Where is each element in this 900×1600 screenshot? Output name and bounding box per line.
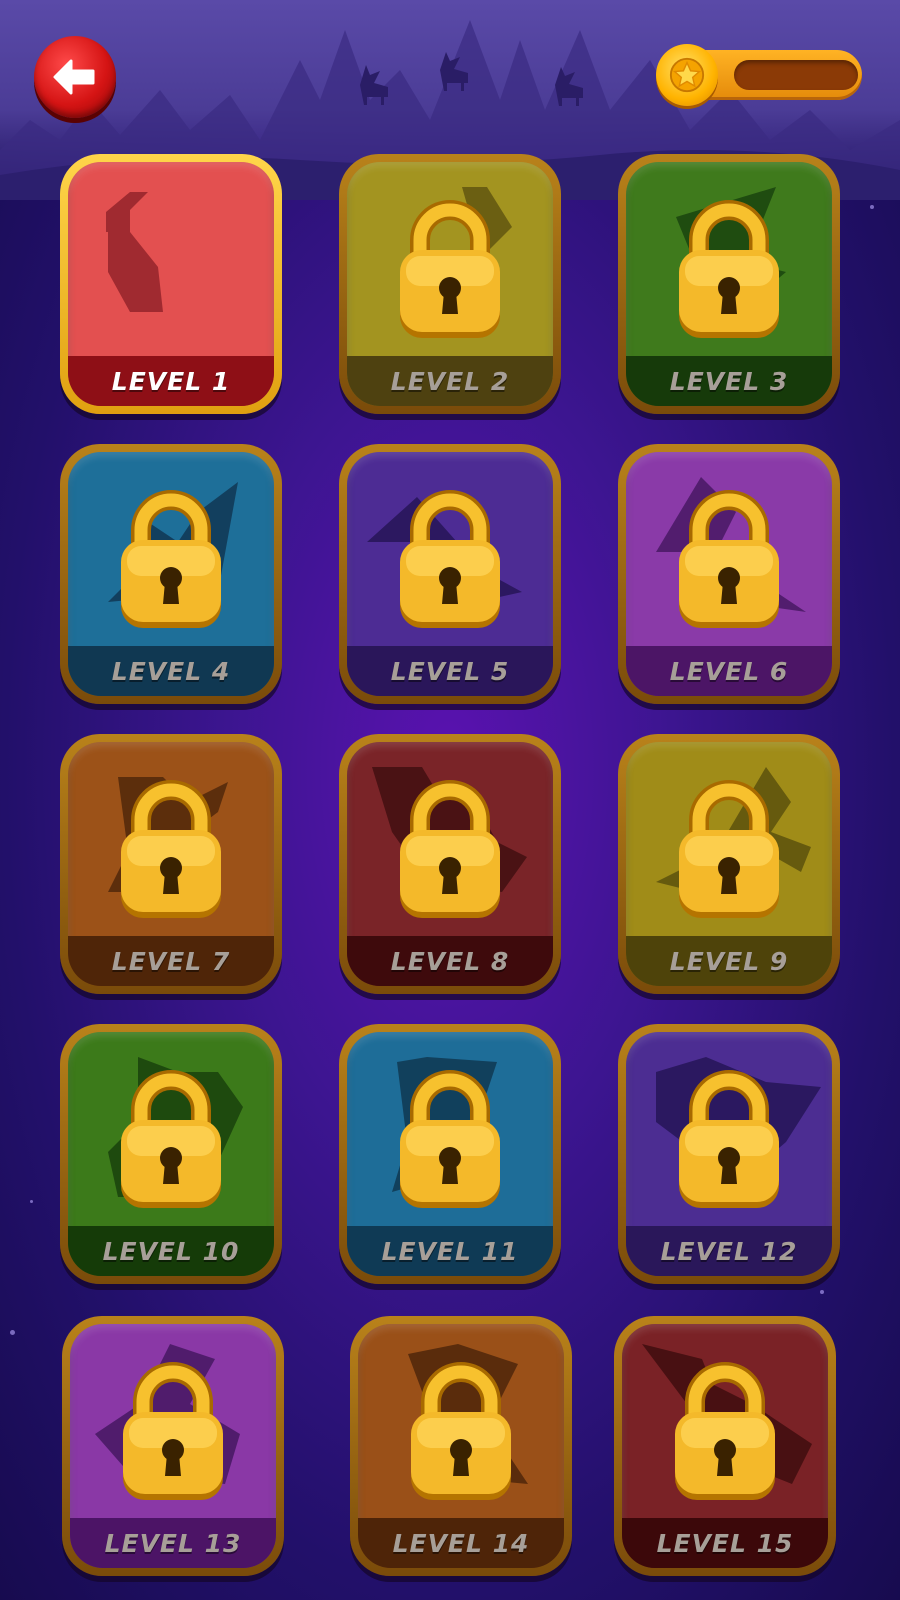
level-card-5[interactable]: LEVEL 5 — [339, 444, 561, 704]
lock-icon — [679, 200, 779, 338]
lock-icon — [400, 1070, 500, 1208]
level-card-face: LEVEL 11 — [347, 1032, 553, 1276]
level-card-face: LEVEL 15 — [622, 1324, 828, 1568]
level-card-2[interactable]: LEVEL 2 — [339, 154, 561, 414]
level-card-15[interactable]: LEVEL 15 — [614, 1316, 836, 1576]
lock-icon — [400, 490, 500, 628]
level-card-face: LEVEL 12 — [626, 1032, 832, 1276]
level-card-face: LEVEL 3 — [626, 162, 832, 406]
level-card-8[interactable]: LEVEL 8 — [339, 734, 561, 994]
level-card-face: LEVEL 2 — [347, 162, 553, 406]
lock-icon — [411, 1362, 511, 1500]
level-card-face: LEVEL 4 — [68, 452, 274, 696]
level-label: LEVEL 2 — [347, 356, 553, 406]
lock-icon — [679, 1070, 779, 1208]
level-label: LEVEL 8 — [347, 936, 553, 986]
level-label: LEVEL 9 — [626, 936, 832, 986]
lock-icon — [121, 1070, 221, 1208]
level-card-face: LEVEL 14 — [358, 1324, 564, 1568]
level-label: LEVEL 12 — [626, 1226, 832, 1276]
level-card-7[interactable]: LEVEL 7 — [60, 734, 282, 994]
level-label: LEVEL 14 — [358, 1518, 564, 1568]
level-card-6[interactable]: LEVEL 6 — [618, 444, 840, 704]
lock-icon — [400, 780, 500, 918]
level-label: LEVEL 3 — [626, 356, 832, 406]
level-card-13[interactable]: LEVEL 13 — [62, 1316, 284, 1576]
level-card-face: LEVEL 5 — [347, 452, 553, 696]
level-label: LEVEL 6 — [626, 646, 832, 696]
level-label: LEVEL 13 — [70, 1518, 276, 1568]
lock-icon — [121, 780, 221, 918]
level-label: LEVEL 15 — [622, 1518, 828, 1568]
level-card-11[interactable]: LEVEL 11 — [339, 1024, 561, 1284]
level-card-face: LEVEL 13 — [70, 1324, 276, 1568]
level-card-face: LEVEL 6 — [626, 452, 832, 696]
level-card-4[interactable]: LEVEL 4 — [60, 444, 282, 704]
lock-icon — [679, 490, 779, 628]
level-card-14[interactable]: LEVEL 14 — [350, 1316, 572, 1576]
level-card-face: LEVEL 1 — [68, 162, 274, 406]
level-card-12[interactable]: LEVEL 12 — [618, 1024, 840, 1284]
level-label: LEVEL 7 — [68, 936, 274, 986]
lock-icon — [400, 200, 500, 338]
level-label: LEVEL 11 — [347, 1226, 553, 1276]
level-card-1[interactable]: LEVEL 1 — [60, 154, 282, 414]
lock-icon — [675, 1362, 775, 1500]
level-grid: LEVEL 1 LEVEL 2 LEVEL 3 LEVEL 4 LEVEL 5 LEVEL… — [0, 0, 900, 1600]
lock-icon — [679, 780, 779, 918]
level-card-face: LEVEL 7 — [68, 742, 274, 986]
level-card-3[interactable]: LEVEL 3 — [618, 154, 840, 414]
level-label: LEVEL 1 — [68, 356, 274, 406]
level-card-9[interactable]: LEVEL 9 — [618, 734, 840, 994]
level-label: LEVEL 4 — [68, 646, 274, 696]
level-card-face: LEVEL 8 — [347, 742, 553, 986]
level-label: LEVEL 10 — [68, 1226, 274, 1276]
lock-icon — [123, 1362, 223, 1500]
level-card-face: LEVEL 10 — [68, 1032, 274, 1276]
level-label: LEVEL 5 — [347, 646, 553, 696]
lock-icon — [121, 490, 221, 628]
level-card-face: LEVEL 9 — [626, 742, 832, 986]
level-card-10[interactable]: LEVEL 10 — [60, 1024, 282, 1284]
tangram-silhouette — [106, 192, 163, 312]
